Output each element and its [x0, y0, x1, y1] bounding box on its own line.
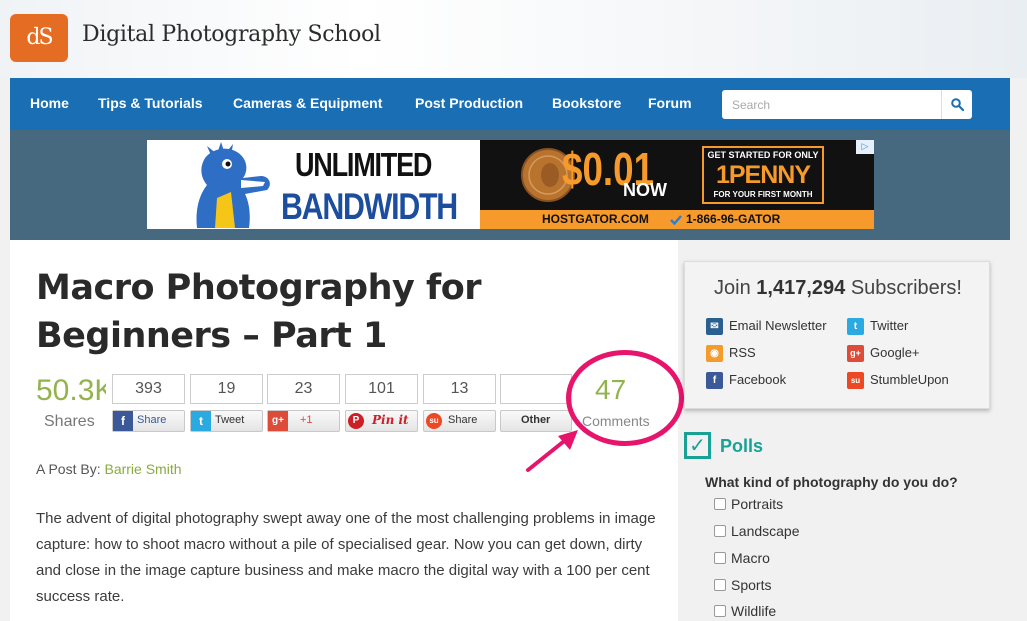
subscribe-title: Join 1,417,294 Subscribers!	[685, 277, 991, 300]
ad-left-panel: UNLIMITED BANDWIDTH	[147, 140, 480, 229]
email-newsletter-label: Email Newsletter	[729, 318, 827, 333]
adchoices-icon[interactable]: ▷	[856, 140, 874, 154]
poll-question: What kind of photography do you do?	[705, 474, 958, 490]
article-panel: Macro Photography for Beginners – Part 1…	[10, 240, 684, 621]
pinterest-pin-label: Pin it	[372, 413, 409, 427]
twitter-tweet-label: Tweet	[215, 414, 245, 426]
other-share-label: Other	[521, 414, 551, 426]
subscribe-box: Join 1,417,294 Subscribers! ✉ Email News…	[684, 261, 990, 409]
poll-option-label: Wildlife	[731, 603, 777, 619]
email-icon: ✉	[706, 318, 723, 335]
poll-option-label: Macro	[731, 550, 770, 566]
gator-mascot-icon	[196, 142, 270, 228]
pinterest-pin-button[interactable]: P Pin it	[345, 410, 418, 432]
twitter-tweet-button[interactable]: t Tweet	[190, 410, 263, 432]
stumbleupon-label: StumbleUpon	[870, 372, 949, 387]
main-nav: Home Tips & Tutorials Cameras & Equipmen…	[10, 78, 1010, 130]
poll-checkbox[interactable]	[714, 525, 726, 537]
search-button[interactable]	[941, 90, 972, 119]
rss-icon: ◉	[706, 345, 723, 362]
nav-item-cameras-equipment[interactable]: Cameras & Equipment	[233, 95, 382, 111]
facebook-share-count: 393	[112, 374, 185, 404]
twitter-icon: t	[191, 411, 211, 431]
search-icon	[950, 98, 964, 111]
share-total-label: Shares	[44, 413, 95, 430]
pinterest-share-count: 101	[345, 374, 418, 404]
pinterest-icon: P	[348, 413, 364, 429]
site-header: dS Digital Photography School	[0, 0, 1027, 78]
google-plus-icon: g+	[268, 411, 288, 431]
twitter-label: Twitter	[870, 318, 909, 333]
stumbleupon-icon: su	[847, 372, 864, 389]
ad-site: HOSTGATOR.COM	[542, 212, 649, 226]
ad-band: UNLIMITED BANDWIDTH $0.01 NOW GET STARTE…	[10, 130, 1010, 240]
ad-dark-panel: $0.01 NOW GET STARTED FOR ONLY 1PENNY FO…	[480, 140, 874, 210]
ad-headline-line2: BANDWIDTH	[281, 186, 458, 227]
article-body: The advent of digital photography swept …	[36, 510, 656, 605]
google-plus-icon: g+	[847, 345, 864, 362]
ad-cta-main: 1PENNY	[715, 161, 811, 189]
google-plus-share-count: 23	[267, 374, 340, 404]
poll-checkbox[interactable]	[714, 605, 726, 617]
site-logo[interactable]: dS	[10, 14, 68, 62]
facebook-icon: f	[706, 372, 723, 389]
twitter-share-count: 19	[190, 374, 263, 404]
highlight-arrow-icon	[526, 430, 578, 472]
share-total-count: 50.3K	[36, 374, 106, 407]
subscribe-title-prefix: Join	[714, 277, 751, 299]
polls-check-icon: ✓	[684, 432, 711, 459]
ad-phone: 1-866-96-GATOR	[686, 212, 781, 226]
ad-cta-box: GET STARTED FOR ONLY 1PENNY FOR YOUR FIR…	[702, 146, 824, 204]
poll-option-label: Sports	[731, 577, 772, 593]
ad-cta-top: GET STARTED FOR ONLY	[707, 150, 819, 160]
nav-item-post-production[interactable]: Post Production	[415, 95, 523, 111]
ad-cta-bottom: FOR YOUR FIRST MONTH	[713, 190, 813, 199]
poll-option-label: Landscape	[731, 523, 800, 539]
checkmark-icon	[670, 215, 682, 226]
twitter-icon: t	[847, 318, 864, 335]
subscriber-count: 1,417,294	[756, 277, 846, 299]
stumbleupon-share-label: Share	[448, 414, 478, 426]
stumbleupon-share-count: 13	[423, 374, 496, 404]
google-plus-label: +1	[300, 414, 313, 426]
poll-checkbox[interactable]	[714, 498, 726, 510]
ad-headline-line1: UNLIMITED	[295, 146, 432, 183]
site-name[interactable]: Digital Photography School	[82, 22, 381, 47]
search-box	[722, 90, 972, 119]
article-title: Macro Photography for Beginners – Part 1	[36, 268, 482, 356]
poll-checkbox[interactable]	[714, 552, 726, 564]
ad-right-panel: $0.01 NOW GET STARTED FOR ONLY 1PENNY FO…	[480, 140, 874, 229]
nav-item-tips-tutorials[interactable]: Tips & Tutorials	[98, 95, 203, 111]
ad-price-suffix: NOW	[623, 180, 667, 200]
byline: A Post By: Barrie Smith	[36, 461, 182, 477]
subscribe-title-suffix: Subscribers!	[850, 277, 962, 299]
nav-item-forum[interactable]: Forum	[648, 95, 692, 111]
search-input[interactable]	[722, 90, 940, 119]
nav-item-home[interactable]: Home	[30, 95, 69, 111]
poll-option-label: Portraits	[731, 496, 784, 512]
byline-prefix: A Post By:	[36, 461, 101, 477]
facebook-icon: f	[113, 411, 133, 431]
facebook-share-button[interactable]: f Share	[112, 410, 185, 432]
google-plus-button[interactable]: g+ +1	[267, 410, 340, 432]
highlight-circle	[566, 350, 684, 446]
poll-checkbox[interactable]	[714, 579, 726, 591]
facebook-share-label: Share	[137, 414, 167, 426]
author-link[interactable]: Barrie Smith	[104, 461, 181, 477]
hostgator-ad[interactable]: UNLIMITED BANDWIDTH $0.01 NOW GET STARTE…	[147, 140, 874, 229]
nav-item-bookstore[interactable]: Bookstore	[552, 95, 621, 111]
other-share-count	[500, 374, 572, 404]
stumbleupon-icon: su	[426, 413, 442, 429]
facebook-label: Facebook	[729, 372, 787, 387]
google-plus-label: Google+	[870, 345, 920, 360]
rss-label: RSS	[729, 345, 756, 360]
stumbleupon-share-button[interactable]: su Share	[423, 410, 496, 432]
polls-title: Polls	[720, 436, 764, 456]
